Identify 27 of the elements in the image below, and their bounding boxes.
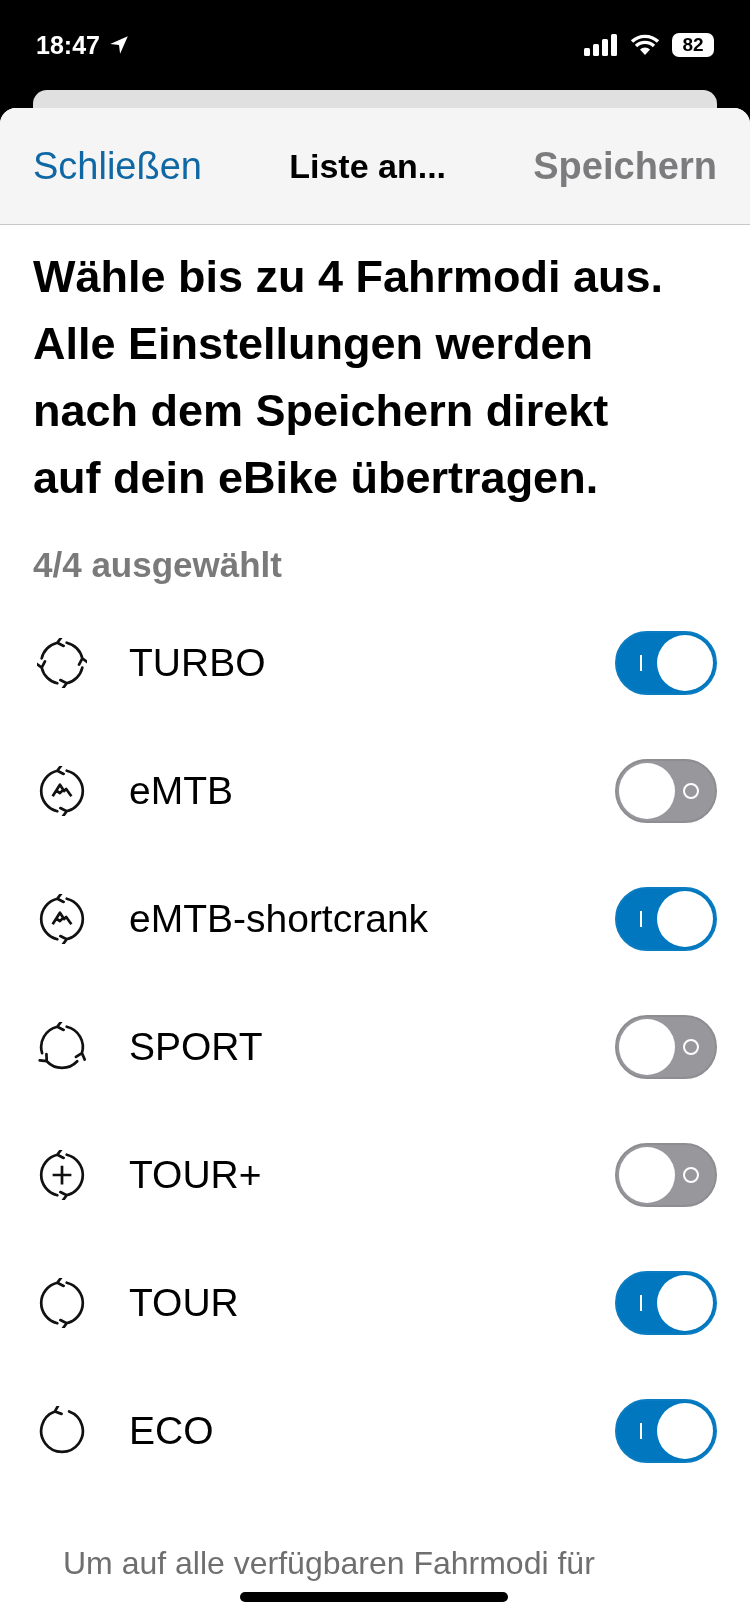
mode-label: eMTB-shortcrank — [129, 897, 430, 941]
plus-cycle-icon — [37, 1150, 87, 1200]
toggle-switch[interactable] — [615, 887, 717, 951]
battery-level: 82 — [682, 34, 704, 56]
instruction-text: Wähle bis zu 4 Fahrmodi aus. Alle Einstellungen werden nach dem Speichern direkt auf dein eBike übertragen. — [33, 250, 665, 505]
sheet-title: Liste an... — [289, 146, 447, 186]
cycle-arrows-icon — [37, 1406, 87, 1456]
mode-label: TOUR+ — [129, 1153, 263, 1197]
mountain-cycle-icon — [37, 766, 87, 816]
mode-label: eMTB — [129, 769, 234, 813]
toggle-switch[interactable] — [615, 631, 717, 695]
mountain-cycle-icon — [37, 894, 87, 944]
mode-label: ECO — [129, 1409, 215, 1453]
mode-label: SPORT — [129, 1025, 264, 1069]
footer-text: Um auf alle verfügbaren Fahrmodi für — [62, 1545, 596, 1582]
wifi-icon — [630, 34, 660, 56]
cycle-arrows-icon — [37, 1022, 87, 1072]
cycle-arrows-icon — [37, 1278, 87, 1328]
signal-icon — [584, 34, 618, 56]
toggle-switch[interactable] — [615, 1271, 717, 1335]
close-button[interactable]: Schließen — [33, 144, 202, 188]
toggle-switch[interactable] — [615, 1399, 717, 1463]
cycle-arrows-icon — [37, 638, 87, 688]
mode-label: TOUR — [129, 1281, 240, 1325]
mode-label: TURBO — [129, 641, 267, 685]
clock: 18:47 — [36, 30, 100, 60]
selection-count: 4/4 ausgewählt — [33, 545, 283, 585]
